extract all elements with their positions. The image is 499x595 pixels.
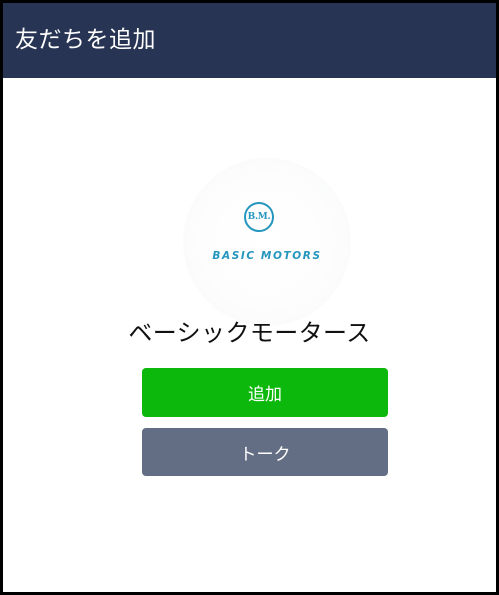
- logo-wordmark: BASIC MOTORS: [212, 250, 322, 262]
- profile-avatar: B.M. BASIC MOTORS: [183, 158, 351, 326]
- add-friend-button[interactable]: 追加: [142, 368, 388, 417]
- account-name: ベーシックモータース: [128, 319, 371, 347]
- page-title: 友だちを追加: [15, 27, 156, 53]
- app-header: 友だちを追加: [3, 3, 496, 78]
- talk-button[interactable]: トーク: [142, 428, 388, 476]
- logo-monogram-badge: B.M.: [244, 202, 274, 232]
- app-window: 友だちを追加 B.M. BASIC MOTORS ベーシックモータース 追加 ト…: [0, 0, 499, 595]
- profile-panel: B.M. BASIC MOTORS ベーシックモータース 追加 トーク: [3, 78, 496, 592]
- logo-monogram-text: B.M.: [247, 212, 271, 222]
